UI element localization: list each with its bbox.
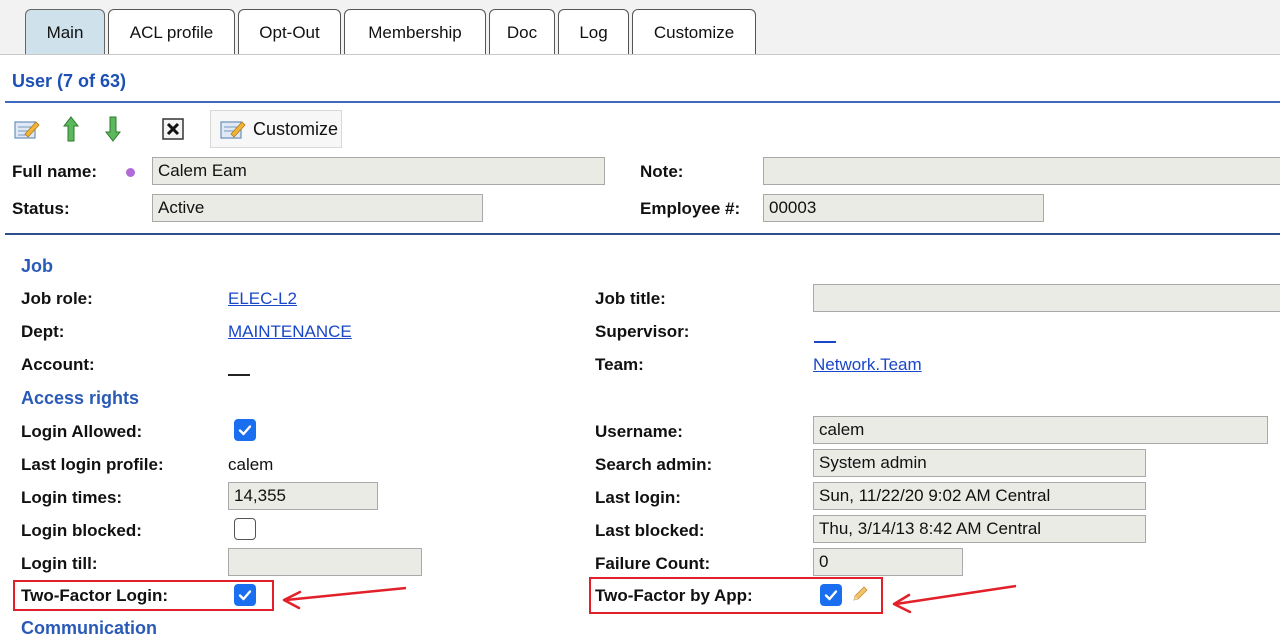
failure-count-field[interactable]: 0 (813, 548, 963, 576)
note-field[interactable] (763, 157, 1280, 185)
login-till-field[interactable] (228, 548, 422, 576)
login-blocked-label: Login blocked: (21, 521, 142, 540)
tab-log[interactable]: Log (558, 9, 629, 54)
edit-icon (220, 121, 246, 139)
tab-doc[interactable]: Doc (489, 9, 555, 54)
tab-label: Doc (506, 23, 538, 42)
check-icon (238, 590, 252, 601)
last-login-field[interactable]: Sun, 11/22/20 9:02 AM Central (813, 482, 1146, 510)
move-up-button[interactable] (58, 112, 84, 146)
employee-label: Employee #: (640, 199, 741, 218)
last-login-label: Last login: (595, 488, 681, 507)
tab-label: Log (579, 23, 608, 42)
login-blocked-checkbox[interactable] (234, 518, 256, 540)
header-divider (5, 101, 1280, 103)
edit-button[interactable] (11, 112, 43, 146)
username-label: Username: (595, 422, 683, 441)
tab-opt-out[interactable]: Opt-Out (238, 9, 341, 54)
summary-divider (5, 233, 1280, 235)
arrow-down-icon (104, 116, 122, 142)
customize-label: Customize (253, 118, 339, 139)
section-communication: Communication (21, 618, 158, 638)
delete-button[interactable] (160, 112, 186, 146)
account-value (228, 374, 250, 376)
annotation-arrow-left (282, 586, 407, 610)
tab-acl-profile[interactable]: ACL profile (108, 9, 235, 54)
last-blocked-label: Last blocked: (595, 521, 705, 540)
dept-label: Dept: (21, 322, 65, 341)
job-title-field[interactable] (813, 284, 1280, 312)
failure-count-label: Failure Count: (595, 554, 711, 573)
username-field[interactable]: calem (813, 416, 1268, 444)
tab-membership[interactable]: Membership (344, 9, 486, 54)
tab-label: Customize (653, 23, 735, 42)
last-login-profile-value: calem (228, 455, 274, 474)
tab-label: Membership (368, 23, 462, 42)
dept-link[interactable]: MAINTENANCE (228, 322, 352, 342)
arrow-up-icon (62, 116, 80, 142)
move-down-button[interactable] (100, 112, 126, 146)
two-factor-login-label: Two-Factor Login: (21, 586, 168, 605)
last-blocked-field[interactable]: Thu, 3/14/13 8:42 AM Central (813, 515, 1146, 543)
annotation-arrow-right (892, 584, 1017, 614)
page-title: User (7 of 63) (12, 71, 127, 91)
login-till-label: Login till: (21, 554, 98, 573)
full-name-label: Full name: (12, 162, 98, 181)
status-field[interactable]: Active (152, 194, 483, 222)
status-label: Status: (12, 199, 70, 218)
two-factor-app-checkbox[interactable] (820, 584, 842, 606)
team-label: Team: (595, 355, 644, 374)
search-admin-label: Search admin: (595, 455, 713, 474)
job-role-link[interactable]: ELEC-L2 (228, 289, 297, 309)
edit-icon (14, 121, 40, 139)
pencil-icon (853, 586, 868, 601)
employee-field[interactable]: 00003 (763, 194, 1044, 222)
tab-label: Main (46, 23, 84, 42)
tab-main[interactable]: Main (25, 9, 105, 54)
section-access-rights: Access rights (21, 388, 140, 408)
supervisor-label: Supervisor: (595, 322, 690, 341)
close-icon (162, 118, 184, 140)
tab-label: Opt-Out (259, 23, 320, 42)
team-link[interactable]: Network.Team (813, 355, 922, 375)
two-factor-login-checkbox[interactable] (234, 584, 256, 606)
note-label: Note: (640, 162, 684, 181)
login-allowed-label: Login Allowed: (21, 422, 143, 441)
login-allowed-checkbox[interactable] (234, 419, 256, 441)
check-icon (238, 425, 252, 436)
supervisor-link[interactable] (814, 341, 836, 343)
search-admin-field[interactable]: System admin (813, 449, 1146, 477)
customize-button[interactable]: Customize (210, 110, 342, 148)
tab-bar: Main ACL profile Opt-Out Membership Doc … (0, 0, 1280, 55)
login-times-field[interactable]: 14,355 (228, 482, 378, 510)
tab-customize[interactable]: Customize (632, 9, 756, 54)
edit-pencil-button[interactable] (851, 585, 869, 608)
check-icon (824, 590, 838, 601)
account-label: Account: (21, 355, 95, 374)
last-login-profile-label: Last login profile: (21, 455, 164, 474)
job-title-label: Job title: (595, 289, 666, 308)
required-indicator (126, 168, 135, 177)
job-role-label: Job role: (21, 289, 93, 308)
section-job: Job (21, 256, 54, 276)
two-factor-app-label: Two-Factor by App: (595, 586, 753, 605)
full-name-field[interactable]: Calem Eam (152, 157, 605, 185)
tab-label: ACL profile (129, 23, 214, 42)
login-times-label: Login times: (21, 488, 123, 507)
